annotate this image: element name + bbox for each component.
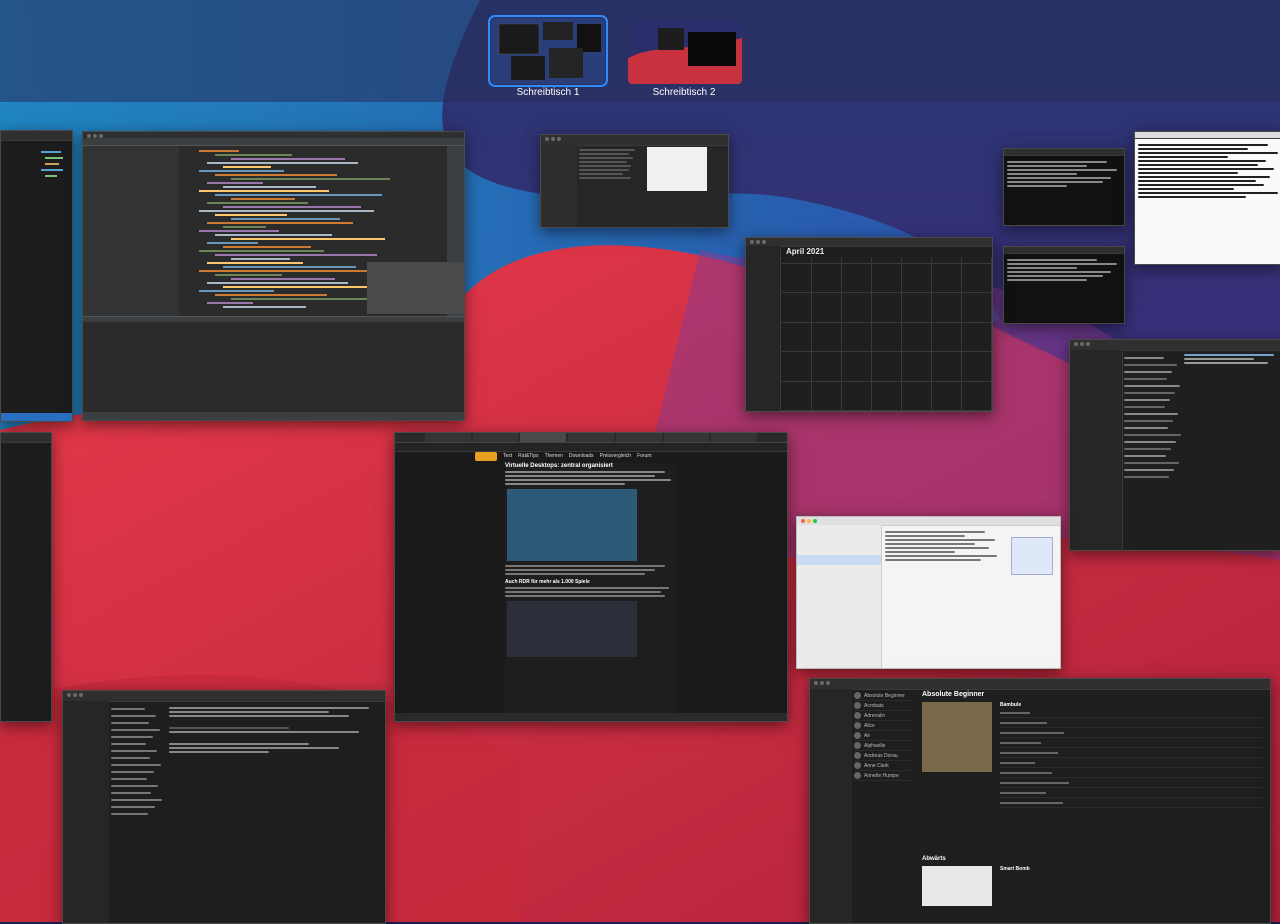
browser-window[interactable]: Test Rat&Tips Themen Downloads Preisverg…	[394, 432, 788, 722]
music-window[interactable]: Absolute Beginner Acrobats Adrenalin Alice A…	[809, 678, 1271, 924]
artist-item[interactable]: Alice	[854, 721, 912, 731]
track-row[interactable]	[1000, 788, 1262, 798]
calendar-grid	[782, 258, 992, 411]
artist-list: Absolute Beginner Acrobats Adrenalin Alice A…	[854, 691, 912, 781]
artist-item[interactable]: Anne Clark	[854, 761, 912, 771]
article-section-title: Auch RDR für mehr als 1.000 Spiele	[505, 579, 590, 585]
editor-window-left[interactable]	[0, 130, 73, 422]
artist-item[interactable]: Air	[854, 731, 912, 741]
track-row[interactable]	[1000, 778, 1262, 788]
space-thumbnail-1[interactable]	[488, 15, 608, 87]
artist-item[interactable]: Absolute Beginner	[854, 691, 912, 701]
album-cover	[922, 702, 992, 772]
nav-link[interactable]: Forum	[637, 453, 651, 459]
artist-avatar	[854, 732, 861, 739]
track-row[interactable]	[1000, 728, 1262, 738]
notes-window[interactable]	[62, 690, 386, 924]
track-row[interactable]	[1000, 718, 1262, 728]
artist-name: Acrobats	[864, 702, 884, 709]
artist-avatar	[854, 702, 861, 709]
nav-link[interactable]: Themen	[545, 453, 563, 459]
artist-avatar	[854, 712, 861, 719]
article-image-2	[507, 601, 637, 657]
track-row[interactable]	[1000, 748, 1262, 758]
track-row[interactable]	[1000, 768, 1262, 778]
article-headline: Virtuelle Desktops: zentral organisiert	[505, 463, 613, 469]
artist-item[interactable]: Acrobats	[854, 701, 912, 711]
artist-avatar	[854, 772, 861, 779]
artist-item[interactable]: Adrenalin	[854, 711, 912, 721]
space-label-1: Schreibtisch 1	[516, 87, 580, 98]
artist-item[interactable]: Alphaville	[854, 741, 912, 751]
ide-window[interactable]	[82, 131, 465, 421]
site-logo	[475, 451, 497, 461]
artist-avatar	[854, 762, 861, 769]
track-row[interactable]	[1000, 738, 1262, 748]
album-name-2: Smart Bomb	[1000, 866, 1030, 872]
xcode-window[interactable]	[1069, 339, 1280, 551]
artist-item[interactable]: Andreas Dorau	[854, 751, 912, 761]
album-section-title-2: Abwärts	[922, 856, 946, 862]
artist-name: Alphaville	[864, 742, 886, 749]
track-row[interactable]	[1000, 798, 1262, 808]
artist-avatar	[854, 742, 861, 749]
artist-avatar	[854, 722, 861, 729]
nav-link[interactable]: Test	[503, 453, 512, 459]
finder-window[interactable]	[540, 134, 729, 228]
space-thumbnail-2[interactable]	[628, 18, 742, 84]
system-info-window[interactable]	[796, 516, 1061, 669]
artist-name: Anne Clark	[864, 762, 889, 769]
terminal-window-3[interactable]	[1134, 131, 1280, 265]
album-section-title: Absolute Beginner	[922, 691, 985, 698]
track-row[interactable]	[1000, 758, 1262, 768]
artist-name: Alice	[864, 722, 875, 729]
calendar-month-title: April 2021	[786, 247, 825, 256]
artist-avatar	[854, 752, 861, 759]
artist-item[interactable]: Annette Humpe	[854, 771, 912, 781]
terminal-window-2[interactable]	[1003, 246, 1125, 324]
artist-name: Air	[864, 732, 871, 739]
site-nav: Test Rat&Tips Themen Downloads Preisverg…	[475, 451, 705, 461]
artist-avatar	[854, 692, 861, 699]
space-label-2: Schreibtisch 2	[652, 87, 716, 98]
track-row[interactable]	[1000, 708, 1262, 718]
code-preview	[1, 151, 72, 421]
article-image	[507, 489, 637, 561]
editor-window-left-2[interactable]	[0, 432, 52, 722]
artist-name: Andreas Dorau	[864, 752, 898, 759]
calendar-window[interactable]: April 2021	[745, 237, 993, 412]
artist-name: Annette Humpe	[864, 772, 899, 779]
nav-link[interactable]: Downloads	[569, 453, 594, 459]
nav-link[interactable]: Preisvergleich	[600, 453, 631, 459]
album-cover-2	[922, 866, 992, 906]
artist-name: Absolute Beginner	[864, 692, 905, 699]
nav-link[interactable]: Rat&Tips	[518, 453, 538, 459]
artist-name: Adrenalin	[864, 712, 886, 719]
terminal-window-1[interactable]	[1003, 148, 1125, 226]
